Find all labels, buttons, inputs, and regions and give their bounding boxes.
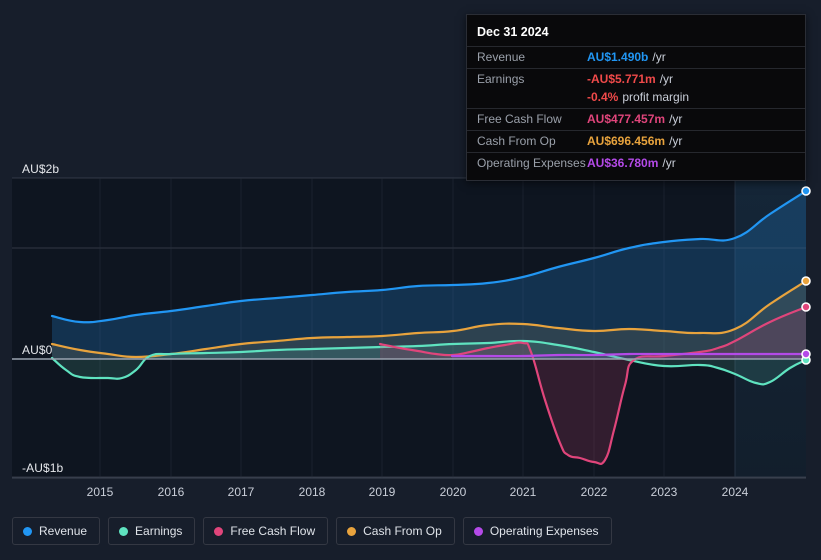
tooltip-row: Revenue AU$1.490b/yr (467, 46, 805, 68)
tooltip-row: Operating Expenses AU$36.780m/yr (467, 152, 805, 174)
endpoint-marker[interactable] (801, 302, 811, 312)
legend-color-dot (119, 526, 129, 536)
legend-label: Operating Expenses (489, 524, 599, 538)
x-axis-tick: 2016 (157, 485, 185, 499)
tooltip-row-value: AU$477.457m (587, 112, 666, 126)
legend-item-revenue[interactable]: Revenue (12, 517, 101, 545)
tooltip-row-label: Cash From Op (477, 134, 556, 148)
endpoint-marker[interactable] (801, 276, 811, 286)
tooltip-row-unit: /yr (662, 156, 676, 170)
tooltip-row-value: AU$36.780m (587, 156, 659, 170)
x-axis-tick: 2021 (509, 485, 537, 499)
legend-item-free-cash-flow[interactable]: Free Cash Flow (203, 517, 329, 545)
tooltip-row-label: Earnings (477, 72, 525, 86)
legend-color-dot (214, 526, 224, 536)
x-axis-tick: 2017 (227, 485, 255, 499)
y-axis-tick: -AU$1b (22, 461, 64, 475)
chart-legend[interactable]: Revenue Earnings Free Cash Flow Cash From O… (12, 517, 612, 545)
y-axis-tick: AU$2b (22, 162, 60, 176)
tooltip-row-value: AU$696.456m (587, 134, 666, 148)
legend-item-cash-from-op[interactable]: Cash From Op (336, 517, 455, 545)
legend-label: Cash From Op (363, 524, 442, 538)
tooltip-row: Cash From Op AU$696.456m/yr (467, 130, 805, 152)
x-axis-tick: 2023 (650, 485, 678, 499)
legend-color-dot (473, 526, 483, 536)
x-axis-tick: 2018 (298, 485, 326, 499)
tooltip-row-unit: profit margin (622, 90, 690, 104)
y-axis-tick: AU$0 (22, 343, 53, 357)
tooltip-date: Dec 31 2024 (477, 25, 549, 39)
tooltip-row-value: -0.4% (587, 90, 619, 104)
tooltip-row-value: AU$1.490b (587, 50, 649, 64)
tooltip-row: Free Cash Flow AU$477.457m/yr (467, 108, 805, 130)
x-axis-tick: 2015 (86, 485, 114, 499)
tooltip-row-value: -AU$5.771m (587, 72, 656, 86)
legend-color-dot (23, 526, 32, 536)
legend-item-operating-expenses[interactable]: Operating Expenses (462, 517, 612, 545)
x-axis-tick: 2024 (721, 485, 749, 499)
x-axis-tick: 2019 (368, 485, 396, 499)
data-tooltip: Dec 31 2024 Revenue AU$1.490b/yr Earnings -… (466, 14, 806, 181)
tooltip-row-label: Free Cash Flow (477, 112, 562, 126)
legend-label: Earnings (135, 524, 183, 538)
tooltip-row-unit: /yr (669, 112, 683, 126)
legend-item-earnings[interactable]: Earnings (108, 517, 196, 545)
tooltip-row-label: Operating Expenses (477, 156, 586, 170)
tooltip-row-unit: /yr (659, 72, 674, 86)
legend-color-dot (347, 526, 357, 536)
endpoint-marker[interactable] (801, 186, 811, 196)
tooltip-row-unit: /yr (652, 50, 666, 64)
endpoint-marker[interactable] (801, 349, 811, 359)
tooltip-row: -0.4% profit margin (467, 90, 805, 108)
tooltip-row-label: Revenue (477, 50, 526, 64)
x-axis-tick: 2020 (439, 485, 467, 499)
legend-label: Free Cash Flow (230, 524, 316, 538)
legend-label: Revenue (39, 524, 88, 538)
tooltip-row-unit: /yr (669, 134, 683, 148)
tooltip-rows: Revenue AU$1.490b/yr Earnings -AU$5.771m/yr… (467, 46, 805, 174)
tooltip-row: Earnings -AU$5.771m/yr (467, 68, 805, 90)
x-axis-tick: 2022 (580, 485, 608, 499)
